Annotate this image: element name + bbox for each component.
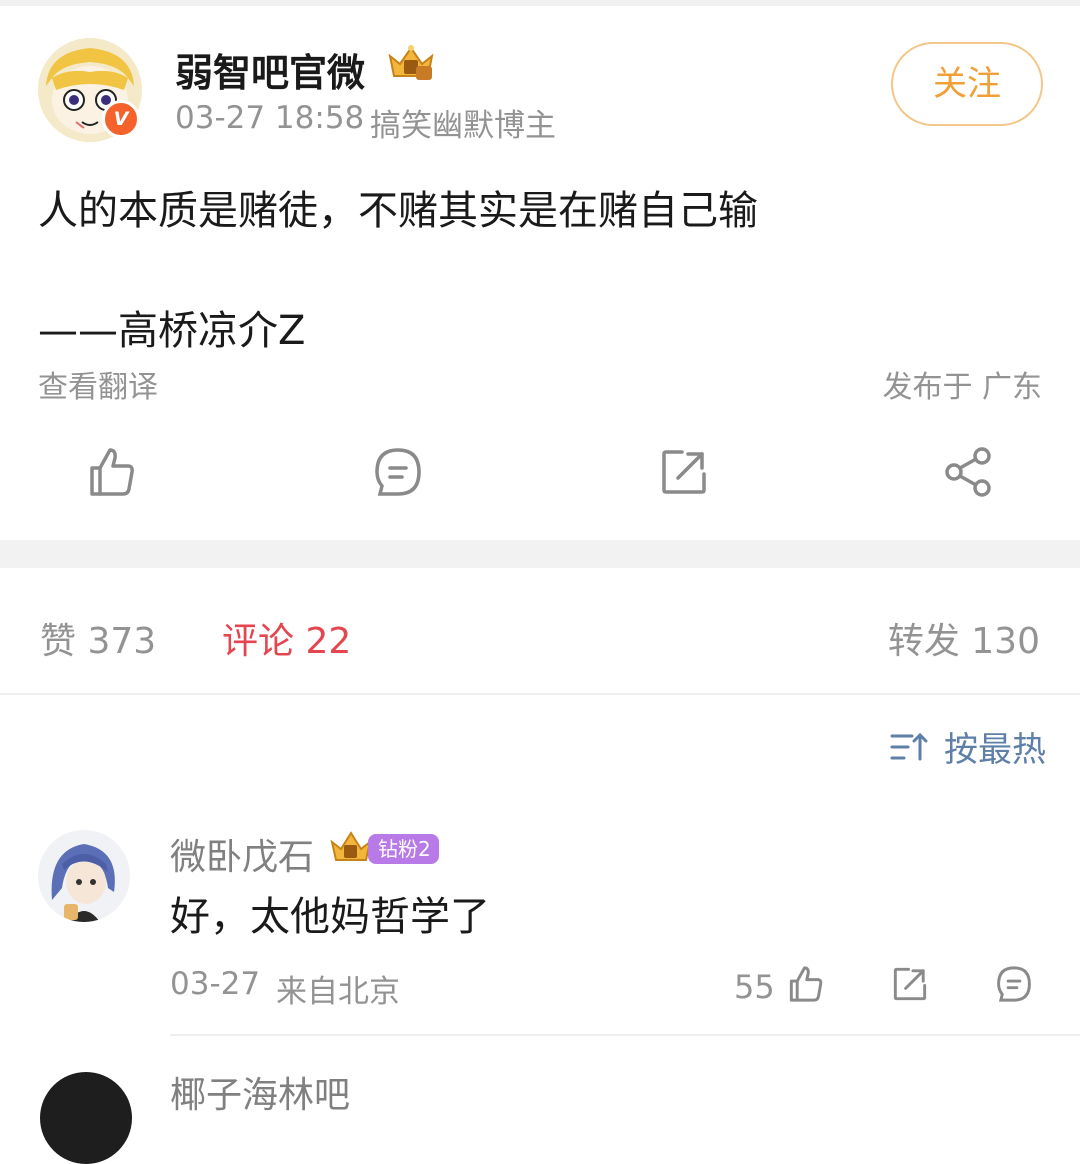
next-commenter-name[interactable]: 椰子海林吧	[170, 1066, 350, 1118]
comment-reply-icon[interactable]	[992, 962, 1036, 1006]
comment-like-icon[interactable]	[784, 962, 828, 1006]
section-divider	[0, 540, 1080, 568]
tab-reposts[interactable]: 转发 130	[888, 612, 1040, 664]
author-tag: 搞笑幽默博主	[370, 108, 556, 144]
sort-button[interactable]: 按最热	[890, 722, 1046, 771]
comment-repost-icon[interactable]	[888, 962, 932, 1006]
author-name[interactable]: 弱智吧官微	[175, 42, 365, 97]
tab-likes[interactable]: 赞 373	[40, 612, 156, 664]
sort-label: 按最热	[944, 730, 1046, 770]
comment-divider	[170, 1034, 1080, 1036]
post-content-line1: 人的本质是赌徒，不赌其实是在赌自己输	[38, 188, 758, 234]
post-content-line2: ——高桥凉介Z	[38, 308, 306, 354]
commenter-avatar-illustration	[38, 830, 130, 922]
commenter-avatar[interactable]	[38, 830, 130, 922]
follow-button[interactable]: 关注	[891, 42, 1043, 126]
comment-icon[interactable]	[368, 442, 428, 502]
comment-date: 03-27	[170, 966, 261, 1002]
post-location: 发布于 广东	[882, 370, 1042, 405]
crown-badge-icon	[386, 42, 436, 82]
top-divider	[0, 0, 1080, 6]
next-commenter-avatar[interactable]	[40, 1072, 132, 1164]
share-icon[interactable]	[938, 442, 998, 502]
repost-icon[interactable]	[654, 442, 714, 502]
comment-text: 好，太他妈哲学了	[170, 894, 490, 940]
tabs-divider	[0, 693, 1080, 695]
comment-like-count: 55	[734, 968, 775, 1006]
commenter-name[interactable]: 微卧戊石	[170, 828, 314, 880]
like-icon[interactable]	[82, 442, 142, 502]
post-time: 03-27 18:58	[175, 100, 365, 136]
tab-comments[interactable]: 评论 22	[222, 612, 351, 664]
sort-icon	[890, 732, 928, 760]
comment-location: 来自北京	[276, 974, 400, 1010]
fan-level-badge: 钻粉2	[368, 834, 439, 864]
translate-link[interactable]: 查看翻译	[38, 362, 158, 406]
verified-badge: V	[102, 100, 140, 138]
